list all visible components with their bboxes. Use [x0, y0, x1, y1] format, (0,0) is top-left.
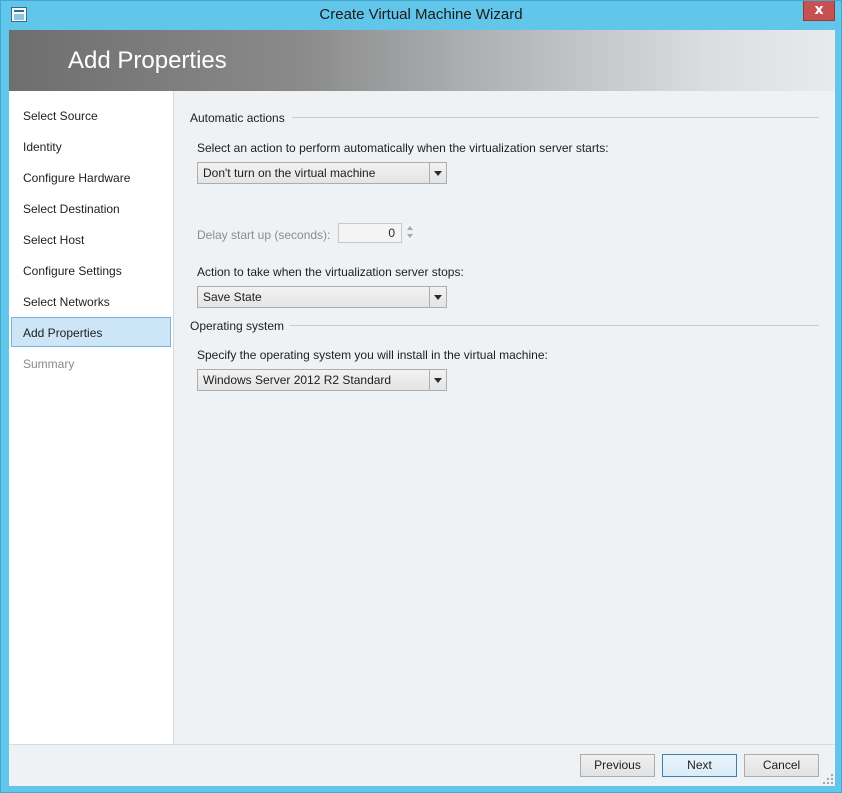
- nav-item-configure-settings[interactable]: Configure Settings: [11, 255, 171, 285]
- title-bar[interactable]: Create Virtual Machine Wizard x: [1, 1, 841, 29]
- automatic-actions-divider: [292, 117, 819, 118]
- stop-action-dropdown[interactable]: Save State: [197, 286, 447, 308]
- close-button[interactable]: x: [803, 1, 835, 21]
- spin-up-icon[interactable]: [406, 224, 415, 232]
- nav-item-add-properties[interactable]: Add Properties: [11, 317, 171, 347]
- operating-system-dropdown[interactable]: Windows Server 2012 R2 Standard: [197, 369, 447, 391]
- nav-item-select-host[interactable]: Select Host: [11, 224, 171, 254]
- start-action-dropdown[interactable]: Don't turn on the virtual machine: [197, 162, 447, 184]
- previous-button[interactable]: Previous: [580, 754, 655, 777]
- delay-start-input[interactable]: 0: [338, 223, 402, 243]
- wizard-client-area: Add Properties Select Source Identity Co…: [9, 30, 835, 786]
- page-title: Add Properties: [68, 47, 227, 74]
- cancel-button[interactable]: Cancel: [744, 754, 819, 777]
- operating-system-label: Specify the operating system you will in…: [197, 348, 548, 362]
- next-button[interactable]: Next: [662, 754, 737, 777]
- automatic-actions-header: Automatic actions: [190, 111, 285, 125]
- delay-start-label: Delay start up (seconds):: [197, 228, 331, 242]
- close-icon: x: [814, 2, 824, 18]
- wizard-steps-nav: Select Source Identity Configure Hardwar…: [9, 91, 174, 744]
- operating-system-divider: [289, 325, 819, 326]
- nav-item-identity[interactable]: Identity: [11, 131, 171, 161]
- nav-item-select-source[interactable]: Select Source: [11, 100, 171, 130]
- wizard-footer: Previous Next Cancel: [9, 744, 835, 786]
- wizard-window: Create Virtual Machine Wizard x Add Prop…: [0, 0, 842, 793]
- window-title: Create Virtual Machine Wizard: [319, 6, 523, 23]
- operating-system-value: Windows Server 2012 R2 Standard: [203, 373, 392, 387]
- dropdown-arrow-icon[interactable]: [429, 370, 446, 390]
- resize-grip-icon[interactable]: [823, 774, 833, 784]
- wizard-header: Add Properties: [9, 30, 835, 91]
- start-action-label: Select an action to perform automaticall…: [197, 141, 609, 155]
- operating-system-header: Operating system: [190, 319, 285, 333]
- nav-item-select-networks[interactable]: Select Networks: [11, 286, 171, 316]
- spin-down-icon[interactable]: [406, 233, 415, 241]
- nav-item-summary: Summary: [23, 357, 75, 371]
- nav-item-configure-hardware[interactable]: Configure Hardware: [11, 162, 171, 192]
- dropdown-arrow-icon[interactable]: [429, 287, 446, 307]
- nav-item-select-destination[interactable]: Select Destination: [11, 193, 171, 223]
- dropdown-arrow-icon[interactable]: [429, 163, 446, 183]
- stop-action-label: Action to take when the virtualization s…: [197, 265, 464, 279]
- start-action-value: Don't turn on the virtual machine: [203, 166, 376, 180]
- stop-action-value: Save State: [203, 290, 262, 304]
- properties-panel: Automatic actions Select an action to pe…: [175, 91, 835, 744]
